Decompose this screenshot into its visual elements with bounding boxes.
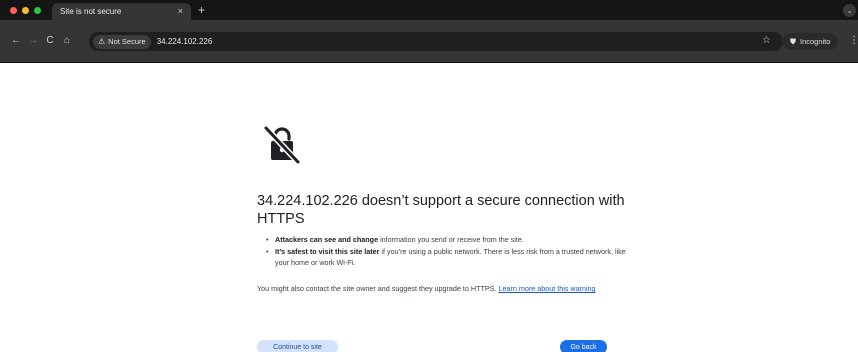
not-secure-label: Not Secure <box>108 37 146 46</box>
warning-list-item: Attackers can see and change information… <box>266 234 626 246</box>
contact-text: You might also contact the site owner an… <box>257 284 499 293</box>
tab-strip: Site is not secure × + ⌄ <box>0 0 858 20</box>
window-controls <box>10 6 41 14</box>
broken-lock-icon <box>263 125 301 164</box>
new-tab-icon[interactable]: + <box>198 3 205 17</box>
home-icon[interactable]: ⌂ <box>61 35 73 47</box>
contact-paragraph: You might also contact the site owner an… <box>257 283 617 295</box>
warning-list: Attackers can see and change information… <box>266 234 626 269</box>
tab-close-icon[interactable]: × <box>178 7 183 16</box>
bookmark-star-icon[interactable]: ☆ <box>762 35 771 46</box>
warning-triangle-icon: ⚠ <box>98 37 106 46</box>
go-back-button[interactable]: Go back <box>560 340 607 352</box>
warning-list-item: It’s safest to visit this site later if … <box>266 246 626 269</box>
forward-icon[interactable]: → <box>27 35 39 47</box>
learn-more-link[interactable]: Learn more about this warning <box>498 284 595 293</box>
active-tab[interactable]: Site is not secure × <box>52 3 191 20</box>
tab-title: Site is not secure <box>60 7 122 16</box>
incognito-label: Incognito <box>800 37 831 46</box>
browser-menu-icon[interactable]: ⋮ <box>849 35 858 47</box>
url-text[interactable]: 34.224.102.226 <box>157 37 213 46</box>
incognito-icon: ⛊ <box>790 36 796 46</box>
reload-icon[interactable]: C <box>44 35 56 47</box>
back-icon[interactable]: ← <box>10 35 22 47</box>
minimize-window-button[interactable] <box>22 6 29 14</box>
warning-bold-text: Attackers can see and change <box>275 235 379 244</box>
warning-bold-text: It’s safest to visit this site later <box>275 246 380 256</box>
close-window-button[interactable] <box>10 6 17 14</box>
incognito-indicator[interactable]: ⛊ Incognito <box>782 33 839 50</box>
page-title: 34.224.102.226 doesn’t support a secure … <box>257 193 625 227</box>
maximize-window-button[interactable] <box>34 6 41 14</box>
not-secure-chip[interactable]: ⚠ Not Secure <box>93 34 151 49</box>
address-bar[interactable]: ⚠ Not Secure 34.224.102.226 ☆ <box>89 32 783 51</box>
warning-text: information you send or receive from the… <box>378 235 524 244</box>
continue-to-site-button[interactable]: Continue to site <box>257 340 338 352</box>
tab-search-icon[interactable]: ⌄ <box>843 4 856 17</box>
